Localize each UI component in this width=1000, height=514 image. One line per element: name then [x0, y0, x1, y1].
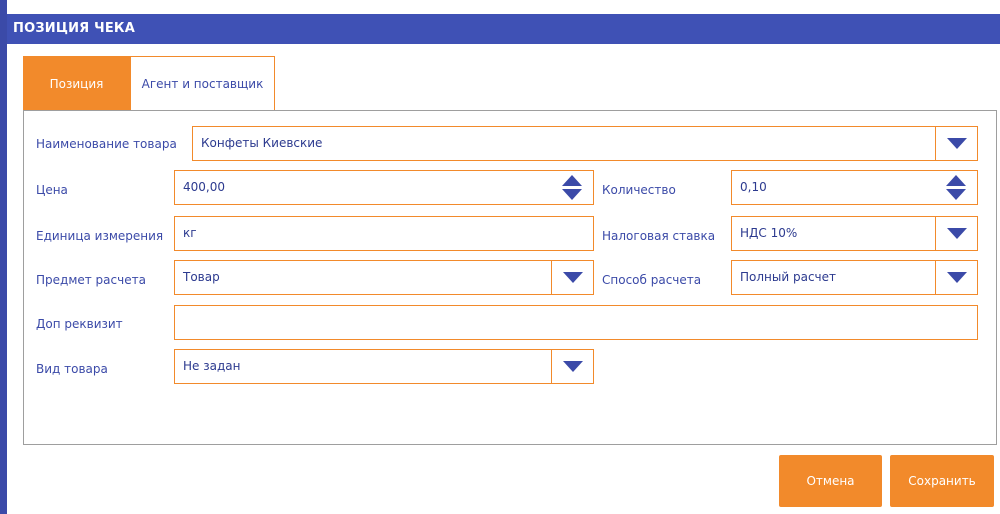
save-button[interactable]: Сохранить — [890, 455, 994, 507]
cancel-button[interactable]: Отмена — [779, 455, 882, 507]
chevron-down-icon — [946, 228, 967, 239]
window-titlebar: ПОЗИЦИЯ ЧЕКА — [7, 14, 1000, 44]
tab-position-label: Позиция — [49, 76, 104, 91]
unit-label: Единица измерения — [36, 229, 164, 243]
product-name-dropdown-button[interactable] — [935, 127, 977, 160]
tax-rate-label: Налоговая ставка — [602, 229, 716, 243]
quantity-value: 0,10 — [740, 180, 767, 194]
quantity-label: Количество — [602, 183, 676, 197]
quantity-spinner[interactable] — [935, 171, 977, 204]
price-label: Цена — [36, 183, 68, 197]
payment-subject-label: Предмет расчета — [36, 273, 146, 287]
tab-agent-supplier[interactable]: Агент и поставщик — [130, 56, 275, 111]
product-name-select[interactable]: Конфеты Киевские — [192, 126, 978, 161]
chevron-down-icon — [562, 272, 583, 283]
extra-requisite-label: Доп реквизит — [36, 317, 123, 331]
spin-up-icon[interactable] — [562, 175, 582, 186]
product-type-select[interactable]: Не задан — [174, 349, 594, 384]
payment-subject-value: Товар — [183, 270, 220, 284]
chevron-down-icon — [946, 138, 967, 149]
product-name-label: Наименование товара — [36, 137, 177, 151]
unit-value: кг — [183, 226, 197, 240]
window-title: ПОЗИЦИЯ ЧЕКА — [13, 21, 135, 36]
chevron-down-icon — [562, 361, 583, 372]
tab-agent-supplier-label: Агент и поставщик — [141, 77, 264, 91]
payment-method-dropdown-button[interactable] — [935, 261, 977, 294]
cancel-button-label: Отмена — [806, 474, 855, 488]
spin-up-icon[interactable] — [946, 175, 966, 186]
spin-down-icon[interactable] — [946, 189, 966, 200]
product-name-value: Конфеты Киевские — [201, 136, 323, 150]
unit-input[interactable]: кг — [174, 216, 594, 251]
price-spinner[interactable] — [551, 171, 593, 204]
spin-down-icon[interactable] — [562, 189, 582, 200]
quantity-input[interactable]: 0,10 — [731, 170, 978, 205]
tax-rate-value: НДС 10% — [740, 226, 798, 240]
product-type-dropdown-button[interactable] — [551, 350, 593, 383]
payment-method-value: Полный расчет — [740, 270, 836, 284]
window-left-border — [0, 0, 7, 514]
payment-subject-select[interactable]: Товар — [174, 260, 594, 295]
price-input[interactable]: 400,00 — [174, 170, 594, 205]
tax-rate-select[interactable]: НДС 10% — [731, 216, 978, 251]
chevron-down-icon — [946, 272, 967, 283]
price-value: 400,00 — [183, 180, 225, 194]
product-type-value: Не задан — [183, 359, 241, 373]
extra-requisite-input[interactable] — [174, 305, 978, 340]
payment-method-label: Способ расчета — [602, 273, 702, 287]
payment-subject-dropdown-button[interactable] — [551, 261, 593, 294]
payment-method-select[interactable]: Полный расчет — [731, 260, 978, 295]
product-type-label: Вид товара — [36, 362, 108, 376]
save-button-label: Сохранить — [908, 474, 976, 488]
tax-rate-dropdown-button[interactable] — [935, 217, 977, 250]
tab-position[interactable]: Позиция — [23, 56, 130, 111]
